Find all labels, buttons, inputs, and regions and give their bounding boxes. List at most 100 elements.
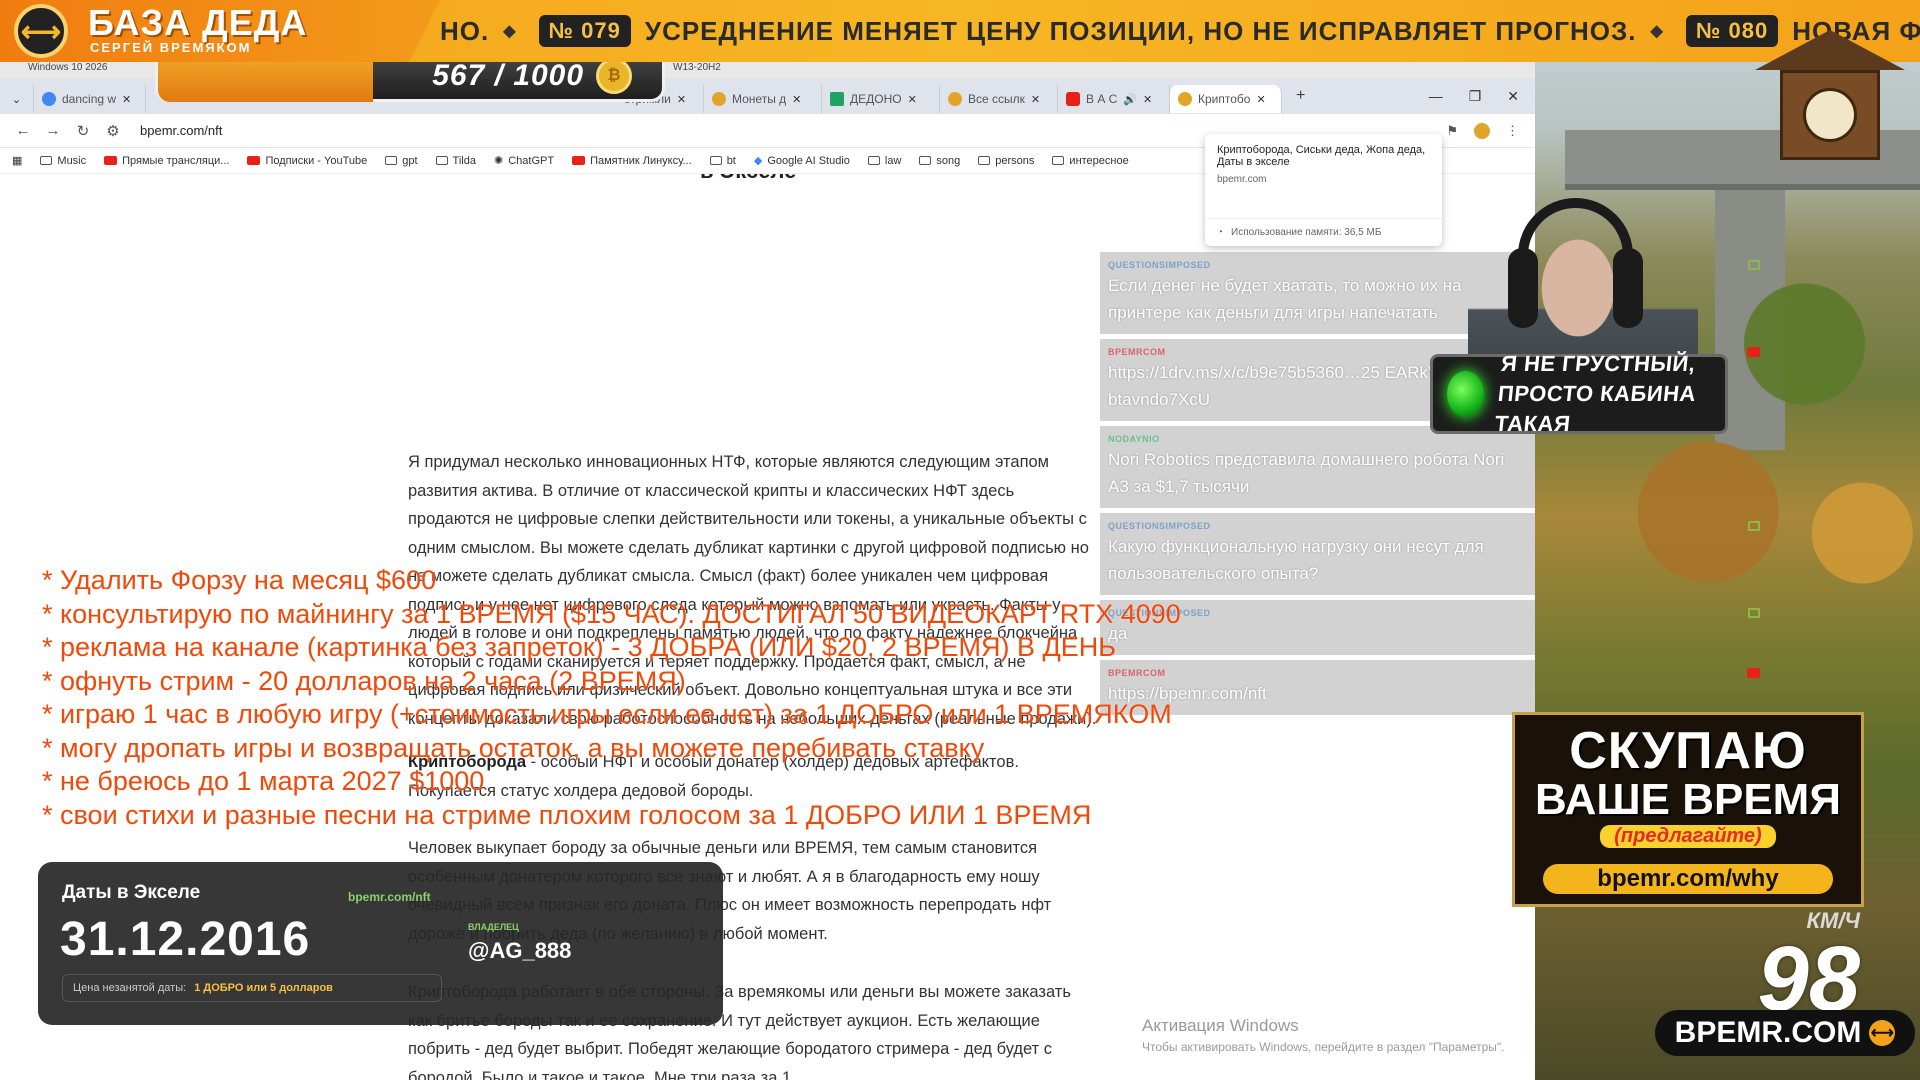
coin-icon	[1178, 92, 1192, 106]
folder-icon	[978, 156, 991, 165]
speaker-icon: 🔊	[1123, 93, 1138, 106]
windows-activation-watermark: Активация Windows Чтобы активировать Win…	[1142, 1016, 1505, 1054]
folder-icon	[709, 156, 722, 165]
memory-icon: ◔	[1217, 227, 1224, 238]
bookmark-bt[interactable]: bt	[709, 155, 736, 167]
maximize-icon[interactable]: ❐	[1469, 88, 1482, 105]
youtube-icon	[104, 156, 118, 165]
apps-icon[interactable]: ▦	[12, 154, 22, 167]
bookmark-law[interactable]: law	[867, 155, 901, 167]
owner-value: @AG_888	[468, 938, 572, 963]
green-light-icon	[1447, 371, 1485, 417]
buy-time-ad: СКУПАЮ ВАШЕ ВРЕМЯ (предлагайте) bpemr.co…	[1512, 712, 1864, 907]
counter-value: 567 / 1000	[432, 58, 584, 92]
folder-icon	[1052, 156, 1065, 165]
reload-icon[interactable]: ↻	[68, 122, 98, 140]
youtube-icon	[1747, 668, 1760, 678]
close-icon[interactable]: ✕	[122, 93, 131, 106]
folder-icon	[919, 156, 932, 165]
back-icon[interactable]: ←	[8, 122, 38, 139]
status-sticker: Я НЕ ГРУСТНЫЙ, ПРОСТО КАБИНА ТАКАЯ	[1430, 351, 1728, 436]
bookmark-gpt[interactable]: gpt	[385, 155, 418, 167]
site-info-icon[interactable]: ⚙	[98, 122, 128, 140]
bookmark-linux[interactable]: Памятник Линуксу...	[572, 155, 692, 167]
coin-icon	[712, 92, 726, 106]
close-icon[interactable]: ✕	[792, 93, 801, 106]
tab-hover-card: Криптоборода, Сиськи деда, Жопа деда, Да…	[1205, 134, 1442, 246]
badge-icon	[1748, 260, 1760, 270]
headphone-right	[1613, 248, 1643, 328]
youtube-icon	[572, 156, 586, 165]
toolbar-right: ⚑ ⋮	[1446, 122, 1535, 139]
tab-2[interactable]: Монеты д ✕	[704, 85, 822, 113]
youtube-icon	[247, 156, 261, 165]
ticker-item: № 079 УСРЕДНЕНИЕ МЕНЯЕТ ЦЕНУ ПОЗИЦИИ, НО …	[538, 15, 1664, 47]
hover-title: Криптоборода, Сиськи деда, Жопа деда, Да…	[1217, 144, 1426, 168]
folder-icon	[40, 156, 53, 165]
brand-badge: BPEMR.COM ⟷	[1655, 1010, 1915, 1056]
profile-icon[interactable]	[1474, 122, 1490, 139]
chatgpt-icon: ✺	[493, 155, 504, 167]
url-field[interactable]: bpemr.com/nft	[140, 123, 222, 138]
coin-icon	[948, 92, 962, 106]
google-icon	[42, 92, 56, 106]
offer-item: * офнуть стрим - 20 долларов на 2 часа (…	[42, 665, 686, 696]
close-icon[interactable]: ✕	[1143, 93, 1152, 106]
tab-6-active[interactable]: Криптобо ✕	[1170, 85, 1282, 113]
bookmark-interesting[interactable]: интересное	[1052, 155, 1129, 167]
arrow-icon: ⟷	[1869, 1020, 1896, 1046]
offers-list: * Удалить Форзу на месяц $600 * консульт…	[42, 564, 1181, 832]
bookmark-live[interactable]: Прямые трансляци...	[104, 155, 229, 167]
logo-emblem-icon: ⟷	[14, 4, 68, 58]
close-icon[interactable]: ✕	[1256, 93, 1265, 106]
bookmark-chatgpt[interactable]: ✺ ChatGPT	[493, 154, 554, 168]
close-window-icon[interactable]: ✕	[1507, 88, 1519, 105]
offer-item: * не бреюсь до 1 марта 2027 $1000	[42, 766, 485, 796]
folder-icon	[867, 156, 880, 165]
clock-roof	[1755, 30, 1905, 70]
tab-0[interactable]: dancing w ✕	[34, 85, 146, 113]
menu-icon[interactable]: ⋮	[1506, 123, 1519, 139]
offer-item: * играю 1 час в любую игру (+стоимость и…	[42, 699, 1172, 729]
dates-card: Даты в Экселе bpemr.com/nft 31.12.2016 Ц…	[38, 862, 723, 1025]
cuckoo-clock	[1755, 0, 1905, 200]
tab-list-button[interactable]: ⌄	[0, 85, 34, 113]
close-icon[interactable]: ✕	[1031, 93, 1040, 106]
channel-logo: ⟷ БАЗА ДЕДА СЕРГЕЙ ВРЕМЯКОМ	[0, 0, 440, 62]
bookmark-music[interactable]: Music	[40, 155, 86, 167]
hover-memory: ◔ Использование памяти: 36,5 МБ	[1205, 218, 1442, 246]
forward-icon[interactable]: →	[38, 122, 68, 139]
extension-icon[interactable]: ⚑	[1446, 123, 1458, 139]
offer-item: * консультирую по майнингу за 1 ВРЕМЯ ($…	[42, 598, 1181, 629]
folder-icon	[385, 156, 398, 165]
youtube-icon	[1066, 92, 1080, 106]
ticker-item: НО. ◆	[440, 15, 517, 46]
speedometer: КМ/Ч 98	[1757, 908, 1860, 1030]
sheets-icon	[830, 92, 844, 106]
window-controls: — ❐ ✕	[1429, 88, 1535, 105]
ai-studio-icon: ◆	[753, 155, 763, 167]
bookmark-tilda[interactable]: Tilda	[435, 155, 476, 167]
offer-item: * реклама на канале (картинка без запрет…	[42, 632, 1117, 662]
new-tab-button[interactable]: +	[1282, 87, 1319, 105]
tab-5[interactable]: В А С 🔊 ✕	[1058, 85, 1170, 113]
bookmark-persons[interactable]: persons	[978, 155, 1034, 167]
clock-face-icon	[1803, 88, 1857, 142]
close-icon[interactable]: ✕	[677, 93, 686, 106]
headphone-left	[1508, 248, 1538, 328]
hover-domain: bpemr.com	[1217, 174, 1267, 185]
bookmark-subscriptions[interactable]: Подписки - YouTube	[247, 155, 367, 167]
minimize-icon[interactable]: —	[1429, 88, 1443, 105]
badge-icon	[1748, 521, 1760, 531]
date-value: 31.12.2016	[60, 913, 311, 966]
tab-4[interactable]: Все ссылк ✕	[940, 85, 1058, 113]
bookmark-song[interactable]: song	[919, 155, 960, 167]
bookmark-ai-studio[interactable]: ◆ Google AI Studio	[753, 154, 850, 168]
price-row: Цена незанятой даты: 1 ДОБРО или 5 доллар…	[62, 974, 442, 1002]
diamond-icon: ◆	[503, 23, 517, 40]
close-icon[interactable]: ✕	[908, 93, 917, 106]
diamond-icon: ◆	[1650, 23, 1664, 40]
youtube-icon	[1747, 347, 1760, 357]
tab-3[interactable]: ДЕДОНО ✕	[822, 85, 940, 113]
offer-item: * могу дропать игры и возвращать остаток…	[42, 732, 985, 763]
